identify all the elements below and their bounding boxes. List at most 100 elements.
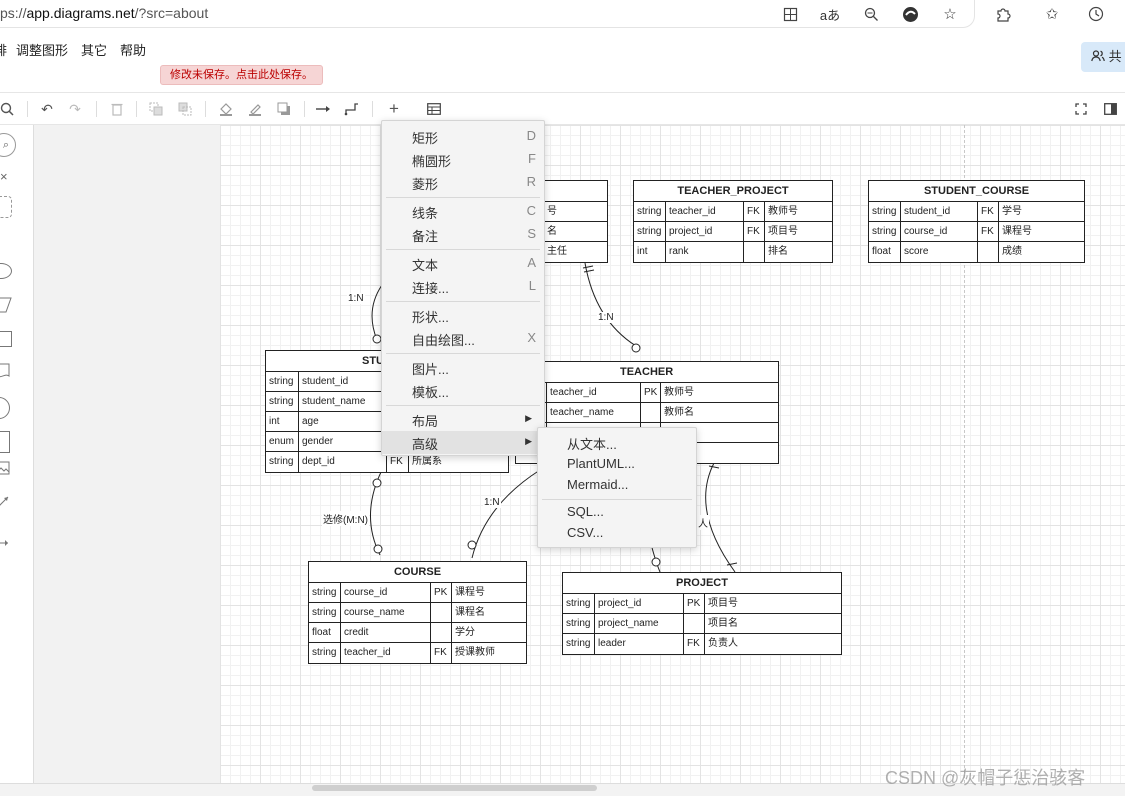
- shadow-icon[interactable]: [275, 100, 293, 118]
- menu-item-label: 形状...: [412, 310, 449, 325]
- er-cell: FK: [978, 202, 999, 221]
- er-cell: FK: [744, 202, 765, 221]
- menu-help[interactable]: 帮助: [120, 40, 146, 59]
- er-table-course[interactable]: COURSE string course_id PK 课程号 string course…: [308, 561, 527, 664]
- format-panel-icon[interactable]: [1101, 100, 1119, 118]
- to-front-icon[interactable]: [147, 100, 165, 118]
- extensions-puzzle-icon[interactable]: [992, 3, 1014, 25]
- menu-item-line[interactable]: 线条 C: [382, 200, 544, 223]
- shape-circle-icon[interactable]: [0, 397, 10, 419]
- shape-bidirectional-arrow-icon[interactable]: [0, 534, 10, 550]
- menu-item-rhombus[interactable]: 菱形 R: [382, 171, 544, 194]
- er-cell: teacher_name: [547, 403, 641, 422]
- menu-separator: [386, 301, 540, 302]
- watermark: CSDN @灰帽子惩治骇客: [885, 768, 1086, 788]
- er-table-project[interactable]: PROJECT string project_id PK 项目号 string proj…: [562, 572, 842, 655]
- menu-item-ellipse[interactable]: 椭圆形 F: [382, 148, 544, 171]
- redo-icon[interactable]: ↷: [66, 100, 84, 118]
- favorites-list-icon[interactable]: ✩: [1041, 3, 1063, 25]
- er-cell: rank: [666, 242, 744, 262]
- er-cell: string: [563, 614, 595, 633]
- table-icon[interactable]: [425, 100, 443, 118]
- menu-adjust-shapes[interactable]: 调整图形: [16, 40, 68, 59]
- er-cell: [978, 242, 999, 262]
- connection-icon[interactable]: [314, 100, 332, 118]
- er-cell: string: [563, 634, 595, 654]
- zoom-out-icon[interactable]: [0, 100, 16, 118]
- menu-item-label: 文本: [412, 258, 439, 273]
- share-people-icon: [1091, 49, 1109, 64]
- shape-ellipse-icon[interactable]: [0, 263, 12, 279]
- shape-document-icon[interactable]: [0, 363, 12, 384]
- er-table-title: COURSE: [309, 562, 526, 583]
- menu-arrange[interactable]: 排: [0, 40, 7, 59]
- share-button[interactable]: 共: [1081, 42, 1125, 72]
- delete-icon[interactable]: [108, 100, 126, 118]
- read-aloud-icon[interactable]: aあ: [819, 3, 841, 25]
- search-icon[interactable]: ⌕: [0, 133, 16, 157]
- submenu-item-plantuml[interactable]: PlantUML...: [538, 454, 696, 475]
- history-icon[interactable]: [1085, 3, 1107, 25]
- waypoints-icon[interactable]: [343, 100, 361, 118]
- menu-item-shortcut: R: [526, 174, 536, 189]
- submenu-item-csv[interactable]: CSV...: [538, 523, 696, 544]
- er-cell: string: [266, 452, 299, 472]
- submenu-item-mermaid[interactable]: Mermaid...: [538, 475, 696, 496]
- menu-item-advanced[interactable]: 高级 ▶: [382, 431, 544, 454]
- relation-label: 1:N: [483, 497, 501, 508]
- shape-parallelogram-icon[interactable]: [0, 297, 12, 316]
- undo-icon[interactable]: ↶: [38, 100, 56, 118]
- menu-item-link[interactable]: 连接... L: [382, 275, 544, 298]
- fullscreen-icon[interactable]: [1072, 100, 1090, 118]
- line-color-icon[interactable]: [246, 100, 264, 118]
- er-cell: string: [266, 392, 299, 411]
- menu-item-shortcut: L: [528, 278, 536, 293]
- er-cell: 排名: [768, 246, 788, 257]
- menu-item-label: 图片...: [412, 362, 449, 377]
- er-cell: gender: [299, 432, 387, 451]
- fill-color-icon[interactable]: [217, 100, 235, 118]
- toolbar-separator: [205, 101, 206, 117]
- menu-item-template[interactable]: 模板...: [382, 379, 544, 402]
- menu-item-image[interactable]: 图片...: [382, 356, 544, 379]
- er-cell: FK: [744, 222, 765, 241]
- menu-item-rectangle[interactable]: 矩形 D: [382, 125, 544, 148]
- extension-icon[interactable]: [899, 3, 921, 25]
- url-text[interactable]: ps://app.diagrams.net/?src=about: [0, 5, 208, 21]
- close-icon[interactable]: ×: [0, 169, 8, 184]
- menu-extras[interactable]: 其它: [81, 40, 107, 59]
- menu-item-text[interactable]: 文本 A: [382, 252, 544, 275]
- toolbar-separator: [96, 101, 97, 117]
- er-cell: 课程名: [455, 607, 485, 618]
- toolbar-separator: [304, 101, 305, 117]
- er-table-teacher-project[interactable]: TEACHER_PROJECT string teacher_id FK 教师号 st…: [633, 180, 833, 263]
- menu-item-label: 备注: [412, 229, 439, 244]
- unsaved-changes-notice[interactable]: 修改未保存。点击此处保存。: [160, 65, 323, 85]
- to-back-icon[interactable]: [176, 100, 194, 118]
- submenu-item-sql[interactable]: SQL...: [538, 502, 696, 523]
- favorite-star-icon[interactable]: ☆: [939, 3, 961, 25]
- shape-arrow-icon[interactable]: [0, 495, 10, 512]
- shape-square-icon[interactable]: [0, 431, 10, 453]
- insert-icon[interactable]: +: [385, 99, 403, 118]
- er-cell: student_name: [299, 392, 387, 411]
- menu-separator: [542, 499, 692, 500]
- er-table-student-course[interactable]: STUDENT_COURSE string student_id FK 学号 stri…: [868, 180, 1085, 263]
- zoom-icon[interactable]: [860, 3, 882, 25]
- menu-item-note[interactable]: 备注 S: [382, 223, 544, 246]
- submenu-arrow-icon: ▶: [525, 413, 532, 423]
- er-cell: student_id: [299, 372, 387, 391]
- submenu-item-from-text[interactable]: 从文本...: [538, 432, 696, 453]
- menu-item-shapes[interactable]: 形状...: [382, 304, 544, 327]
- shape-image-icon[interactable]: [0, 461, 12, 480]
- menu-item-label: 自由绘图...: [412, 333, 475, 348]
- horizontal-scrollbar[interactable]: [312, 785, 597, 791]
- menu-item-label: 线条: [412, 206, 439, 221]
- er-cell: [684, 614, 705, 633]
- app-grid-icon[interactable]: [779, 3, 801, 25]
- relation-label: 选修(M:N): [322, 511, 369, 526]
- menu-item-layout[interactable]: 布局 ▶: [382, 408, 544, 431]
- shape-rectangle-icon[interactable]: [0, 331, 12, 347]
- menu-item-freehand[interactable]: 自由绘图... X: [382, 327, 544, 350]
- shape-rounded-rect-icon[interactable]: [0, 196, 12, 218]
